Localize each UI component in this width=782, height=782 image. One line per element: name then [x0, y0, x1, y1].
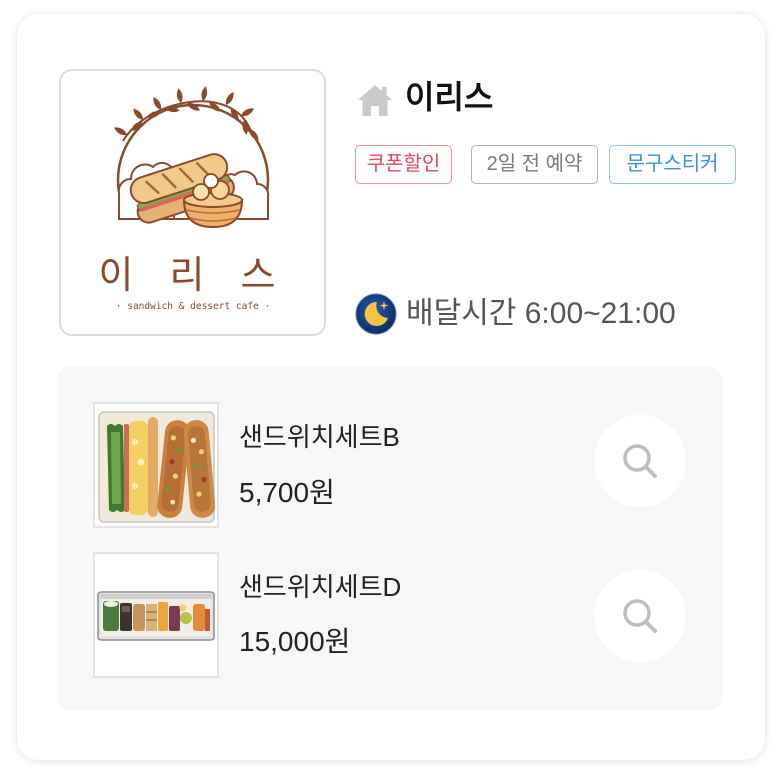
search-button[interactable] [594, 415, 686, 507]
menu-item-price: 5,700원 [239, 477, 335, 508]
logo-subtitle: · sandwich & dessert cafe · [116, 301, 270, 312]
coupon-discount-badge: 쿠폰할인 [355, 145, 452, 184]
logo-title: 이 리 스 [98, 253, 287, 297]
search-icon [623, 444, 657, 478]
sticker-badge: 문구스티커 [609, 145, 736, 184]
search-icon [623, 599, 657, 633]
menu-item-name: 샌드위치세트D [239, 572, 402, 602]
sandwich-box-photo [97, 591, 215, 641]
store-logo: 이 리 스 · sandwich & dessert cafe · [59, 69, 326, 336]
search-button[interactable] [594, 570, 686, 662]
menu-item[interactable]: 샌드위치세트B 5,700원 [93, 402, 686, 528]
sandwich-photo [98, 411, 216, 523]
delivery-hours: 배달시간 6:00~21:00 [406, 297, 676, 330]
moon-icon [355, 293, 397, 335]
box-lid [100, 594, 212, 599]
menu-item-name: 샌드위치세트B [239, 422, 400, 452]
reservation-badge: 2일 전 예약 [471, 145, 598, 184]
store-name: 이리스 [405, 79, 494, 115]
home-icon [358, 85, 392, 116]
menu-item-image [93, 552, 219, 678]
logo-illustration: 이 리 스 · sandwich & dessert cafe · [98, 85, 287, 312]
menu-item-price: 15,000원 [239, 626, 351, 657]
menu-item[interactable]: 샌드위치세트D 15,000원 [93, 552, 686, 678]
sandwich-half [102, 415, 160, 519]
menu-item-image [93, 402, 219, 528]
